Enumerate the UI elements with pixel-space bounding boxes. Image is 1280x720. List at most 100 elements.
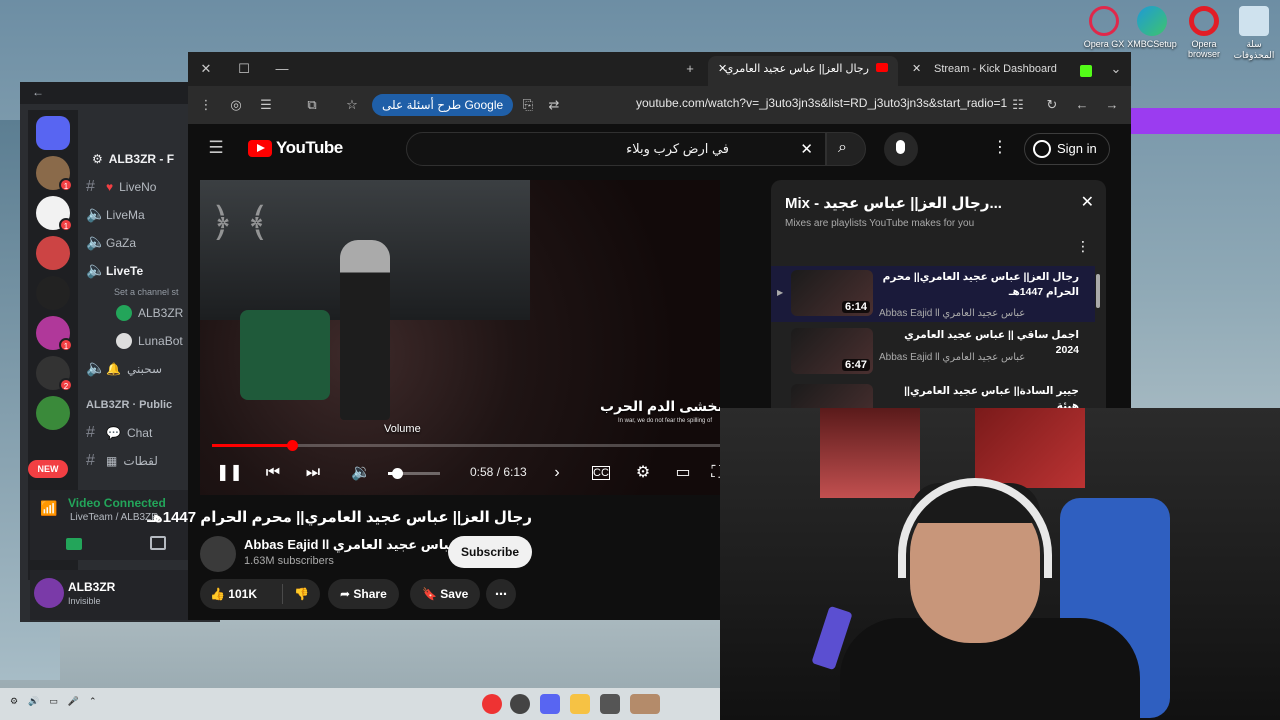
reload-icon[interactable]: ↻ bbox=[1044, 97, 1060, 113]
new-tab-icon[interactable]: + bbox=[682, 61, 698, 77]
back-arrow-icon[interactable]: ← bbox=[32, 85, 44, 99]
channel-item-active[interactable]: 🔈 LiveTe bbox=[86, 257, 190, 285]
screen-share-icon[interactable] bbox=[150, 536, 166, 550]
search-input[interactable]: في ارض كرب وبلاء ✕ bbox=[406, 132, 826, 166]
desktop-icon-opera[interactable]: Opera browser bbox=[1178, 6, 1230, 59]
playlist-item[interactable]: 6:47 اجمل ساقي || عباس عجيد العامري 2024… bbox=[771, 324, 1095, 380]
playlist-scrollbar[interactable] bbox=[1096, 274, 1100, 308]
microphone-icon[interactable]: 🎤 bbox=[68, 696, 79, 707]
server-icon[interactable] bbox=[36, 396, 70, 430]
user-name[interactable]: ALB3ZR bbox=[68, 580, 115, 594]
theater-mode-icon[interactable]: ▭ bbox=[672, 462, 694, 484]
channel-item[interactable]: # ♥ LiveNo bbox=[86, 173, 190, 201]
category-header[interactable]: ALB3ZR · Public bbox=[86, 391, 190, 419]
share-button[interactable]: ➦ Share bbox=[328, 579, 399, 609]
save-button[interactable]: 🔖 Save bbox=[410, 579, 481, 609]
obs-icon[interactable] bbox=[510, 694, 530, 714]
channel-item[interactable]: 🔈 GaZa bbox=[86, 229, 190, 257]
more-options-icon[interactable]: ⋮ bbox=[198, 97, 214, 113]
forward-icon[interactable]: → bbox=[1104, 97, 1120, 113]
dislike-button[interactable]: 👎 bbox=[294, 579, 309, 609]
ask-google-button[interactable]: طرح أسئلة على Google bbox=[372, 94, 514, 116]
site-settings-icon[interactable]: ☷ bbox=[1010, 97, 1026, 113]
battery-icon[interactable]: ▭ bbox=[49, 696, 58, 707]
chevron-up-icon[interactable]: ⌃ bbox=[89, 696, 97, 707]
search-button[interactable]: ⌕ bbox=[826, 132, 866, 166]
voice-user[interactable]: LunaBot bbox=[86, 327, 190, 355]
pause-icon[interactable]: ❚❚ bbox=[216, 462, 243, 484]
discord-icon[interactable] bbox=[540, 694, 560, 714]
tab-kick[interactable]: ✕ Stream - Kick Dashboard bbox=[906, 56, 1096, 86]
close-tab-icon[interactable]: ✕ bbox=[718, 56, 727, 82]
settings-gear-icon[interactable]: ⚙ bbox=[632, 462, 654, 484]
like-button[interactable]: 👍 101K bbox=[210, 579, 257, 609]
playlist-title[interactable]: Mix - رجال العز|| عباس عجيد... bbox=[785, 194, 1002, 212]
progress-bar[interactable] bbox=[212, 440, 720, 451]
collections-icon[interactable]: ☰ bbox=[258, 97, 274, 113]
volume-slider[interactable] bbox=[388, 468, 440, 479]
channel-item[interactable]: 🔈 LiveMa bbox=[86, 201, 190, 229]
extensions-icon[interactable]: ⧉ bbox=[304, 97, 320, 113]
more-options-icon[interactable]: ⋮ bbox=[992, 140, 1008, 156]
app-icon[interactable] bbox=[600, 694, 620, 714]
more-actions-button[interactable]: ⋯ bbox=[486, 579, 516, 609]
volume-icon[interactable]: 🔊 bbox=[28, 696, 39, 707]
settings-gear-icon[interactable]: ⚙ bbox=[10, 696, 18, 707]
desktop-icon-opera-gx[interactable]: Opera GX bbox=[1078, 6, 1130, 49]
server-icon[interactable]: 2 bbox=[36, 356, 73, 392]
next-icon[interactable]: ⏭ bbox=[302, 462, 324, 484]
channel-status[interactable]: Set a channel st bbox=[86, 285, 190, 299]
server-header[interactable]: ⚙ ALB3ZR - F bbox=[92, 145, 190, 173]
back-icon[interactable]: ← bbox=[1074, 97, 1090, 113]
youtube-logo[interactable]: YouTube bbox=[248, 138, 343, 158]
cast-icon[interactable]: ⎘ bbox=[520, 97, 536, 113]
address-bar[interactable]: youtube.com/watch?v=_j3uto3jn3s&list=RD_… bbox=[636, 96, 1016, 110]
channel-item[interactable]: # ▦ لقطات bbox=[86, 447, 190, 475]
favorite-star-icon[interactable]: ☆ bbox=[344, 97, 360, 113]
minimize-icon[interactable]: — bbox=[274, 61, 290, 77]
clear-search-icon[interactable]: ✕ bbox=[800, 140, 813, 158]
server-icon[interactable]: 1 bbox=[36, 156, 73, 192]
close-icon[interactable]: ✕ bbox=[1081, 192, 1094, 212]
chevron-right-icon[interactable]: › bbox=[546, 462, 568, 484]
desktop-icon-xmbc[interactable]: XMBCSetup bbox=[1126, 6, 1178, 49]
menu-icon[interactable]: ☰ bbox=[208, 139, 224, 156]
voice-location[interactable]: LiveTeam / ALB3ZR bbox=[70, 512, 158, 523]
profile-icon[interactable]: ◎ bbox=[228, 97, 244, 113]
channel-avatar[interactable] bbox=[200, 536, 236, 572]
server-icon[interactable]: 1 bbox=[36, 316, 73, 352]
app-icon[interactable] bbox=[630, 694, 660, 714]
progress-knob[interactable] bbox=[286, 440, 298, 451]
fullscreen-icon[interactable]: ⛶ bbox=[706, 462, 720, 484]
playlist-item-current[interactable]: ▶ 6:14 رجال العز|| عباس عجيد العامري|| م… bbox=[771, 266, 1095, 322]
server-icon[interactable] bbox=[36, 276, 70, 310]
camera-icon[interactable] bbox=[66, 538, 82, 550]
server-icon[interactable] bbox=[36, 236, 70, 270]
channel-item[interactable]: 🔈 🔔 سحبني bbox=[86, 355, 190, 383]
close-tab-icon[interactable]: ✕ bbox=[912, 56, 921, 82]
volume-icon[interactable]: 🔉 bbox=[350, 462, 372, 484]
video-player[interactable]: ﴿ ﴾ لانخشى الدم الحرب In war, we do not … bbox=[200, 180, 720, 495]
volume-knob[interactable] bbox=[392, 468, 404, 479]
playlist-item[interactable]: جيير السادة|| عباس عجيد العامري|| هيئة bbox=[771, 380, 1095, 408]
folder-icon[interactable] bbox=[570, 694, 590, 714]
discord-home-icon[interactable] bbox=[36, 116, 70, 150]
close-window-icon[interactable]: ✕ bbox=[198, 61, 214, 77]
avatar[interactable] bbox=[34, 578, 64, 608]
channel-item[interactable]: # 💬 Chat bbox=[86, 419, 190, 447]
chrome-icon[interactable] bbox=[482, 694, 502, 714]
subscribe-button[interactable]: Subscribe bbox=[448, 536, 533, 568]
channel-name[interactable]: Abbas Eajid ll عباس عجيد العامري bbox=[244, 537, 471, 553]
tab-youtube[interactable]: ✕ رجال العز|| عباس عجيد العامري bbox=[708, 56, 898, 86]
server-icon[interactable]: 1 bbox=[36, 196, 73, 232]
voice-user[interactable]: ALB3ZR bbox=[86, 299, 190, 327]
captions-icon[interactable]: CC bbox=[592, 466, 610, 480]
voice-search-button[interactable] bbox=[884, 132, 918, 166]
maximize-icon[interactable]: ☐ bbox=[236, 61, 252, 77]
more-options-icon[interactable]: ⋮ bbox=[1076, 238, 1090, 255]
desktop-icon-recycle-bin[interactable]: سلة المحذوفات bbox=[1228, 6, 1280, 61]
translate-icon[interactable]: ⇄ bbox=[546, 97, 562, 113]
sign-in-button[interactable]: Sign in bbox=[1024, 133, 1110, 165]
previous-icon[interactable]: ⏮ bbox=[262, 462, 284, 484]
chevron-down-icon[interactable]: ⌄ bbox=[1108, 61, 1124, 77]
